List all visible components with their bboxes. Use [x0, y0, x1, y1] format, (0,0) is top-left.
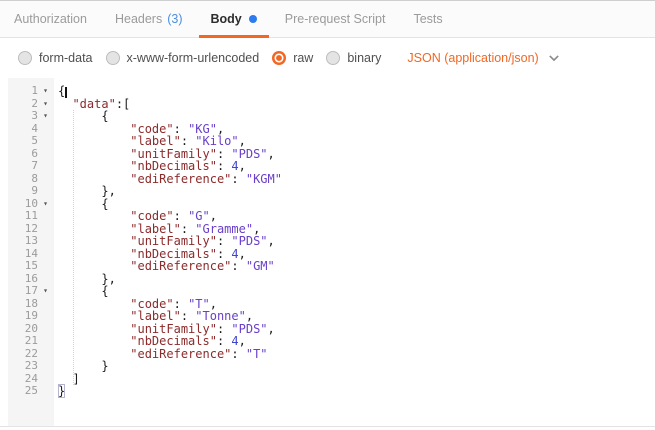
tab-label: Tests: [413, 12, 442, 26]
body-type-options: form-data x-www-form-urlencoded raw binary: [18, 51, 394, 65]
line-number: 21: [8, 335, 38, 348]
headers-count-badge: (3): [167, 12, 182, 26]
fold-toggle-icon[interactable]: ▾: [38, 98, 53, 111]
code-line[interactable]: },: [58, 273, 655, 286]
code-line[interactable]: ]: [58, 373, 655, 386]
line-number: 11: [8, 210, 38, 223]
radio-binary[interactable]: binary: [326, 51, 381, 65]
line-number: 25: [8, 385, 38, 398]
tab-label: Authorization: [14, 12, 87, 26]
line-number: 17: [8, 285, 38, 298]
radio-raw[interactable]: raw: [272, 51, 313, 65]
line-number: 7: [8, 160, 38, 173]
gutter-row: 23: [8, 360, 54, 373]
radio-x-www-form-urlencoded[interactable]: x-www-form-urlencoded: [106, 51, 260, 65]
radio-label: raw: [293, 51, 313, 65]
tab-label: Body: [211, 12, 242, 26]
code-line[interactable]: },: [58, 185, 655, 198]
tab-label: Headers: [115, 12, 162, 26]
fold-toggle-icon[interactable]: ▾: [38, 285, 53, 298]
code-line[interactable]: }: [58, 360, 655, 373]
radio-label: binary: [347, 51, 381, 65]
tab-pre-request-script[interactable]: Pre-request Script: [273, 1, 398, 37]
code-line[interactable]: "data":[: [58, 98, 655, 111]
gutter-row: 7: [8, 160, 54, 173]
radio-label: x-www-form-urlencoded: [127, 51, 260, 65]
tab-tests[interactable]: Tests: [401, 1, 454, 37]
radio-label: form-data: [39, 51, 93, 65]
line-number: 19: [8, 310, 38, 323]
line-number: 13: [8, 235, 38, 248]
gutter-row: 3▾: [8, 110, 54, 123]
fold-toggle-icon[interactable]: ▾: [38, 85, 53, 98]
gutter-row: 5: [8, 135, 54, 148]
line-number: 9: [8, 185, 38, 198]
tab-headers[interactable]: Headers (3): [103, 1, 195, 37]
gutter-row: 19: [8, 310, 54, 323]
body-edited-dot-icon: [249, 15, 257, 23]
tab-label: Pre-request Script: [285, 12, 386, 26]
indent-guide: [73, 110, 74, 385]
content-type-selector[interactable]: JSON (application/json): [407, 51, 560, 65]
gutter-row: 13: [8, 235, 54, 248]
code-editor[interactable]: 1▾2▾3▾45678910▾11121314151617▾1819202122…: [0, 78, 655, 427]
gutter-row: 9: [8, 185, 54, 198]
line-number: 23: [8, 360, 38, 373]
radio-circle-icon: [272, 51, 286, 65]
code-line[interactable]: }: [58, 385, 655, 398]
gutter-row: 17▾: [8, 285, 54, 298]
content-type-label: JSON (application/json): [407, 51, 538, 65]
gutter-row: 1▾: [8, 85, 54, 98]
code-line[interactable]: "ediReference": "KGM": [58, 173, 655, 186]
editor-code[interactable]: { "data":[ { "code": "KG", "label": "Kil…: [54, 78, 655, 426]
tab-authorization[interactable]: Authorization: [2, 1, 99, 37]
gutter-row: 11: [8, 210, 54, 223]
line-number: 5: [8, 135, 38, 148]
line-number: 1: [8, 85, 38, 98]
gutter-row: 25: [8, 385, 54, 398]
chevron-down-icon: [547, 51, 561, 65]
code-line[interactable]: "ediReference": "T": [58, 348, 655, 361]
tab-body[interactable]: Body: [199, 1, 269, 37]
code-line[interactable]: {: [58, 85, 655, 98]
line-number: 15: [8, 260, 38, 273]
editor-gutter: 1▾2▾3▾45678910▾11121314151617▾1819202122…: [8, 78, 54, 426]
request-editor-panel: { "tabs": { "items": [ {"label": "Author…: [0, 0, 655, 430]
radio-circle-icon: [18, 51, 32, 65]
fold-toggle-icon[interactable]: ▾: [38, 110, 53, 123]
gutter-row: 21: [8, 335, 54, 348]
matched-bracket: }: [58, 384, 65, 398]
radio-circle-icon: [326, 51, 340, 65]
radio-circle-icon: [106, 51, 120, 65]
body-type-bar: form-datax-www-form-urlencodedrawbinary …: [0, 38, 655, 78]
active-tab-underline: [199, 35, 269, 38]
fold-toggle-icon[interactable]: ▾: [38, 198, 53, 211]
code-line[interactable]: "ediReference": "GM": [58, 260, 655, 273]
gutter-row: 15: [8, 260, 54, 273]
request-tabs: Authorization Headers (3) Body Pre-request S…: [0, 1, 655, 38]
line-number: 3: [8, 110, 38, 123]
radio-form-data[interactable]: form-data: [18, 51, 93, 65]
